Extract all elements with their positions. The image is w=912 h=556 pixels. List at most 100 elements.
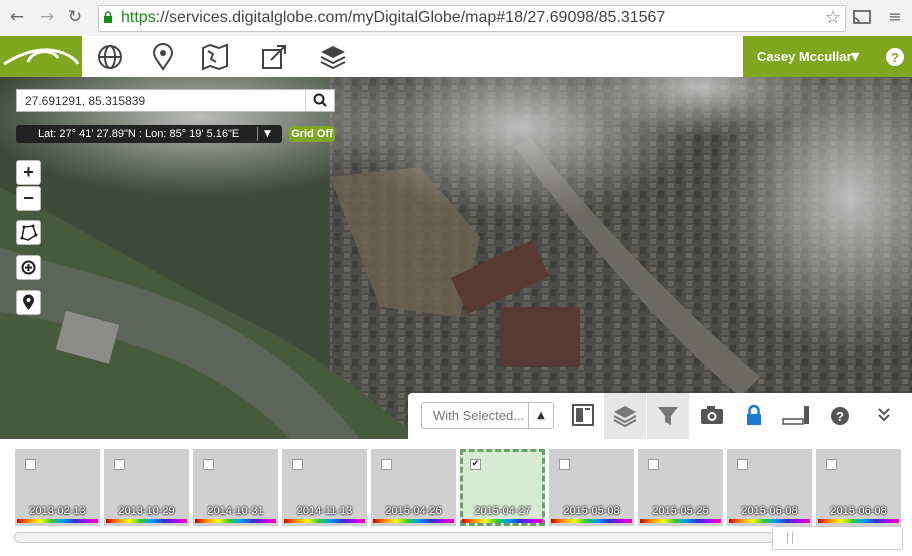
imagery-thumbnail[interactable]: 2015-06-08 (727, 449, 812, 526)
browser-chrome: ← → ↻ https://services.digitalglobe.com/… (0, 0, 912, 37)
map-fold-icon[interactable] (200, 42, 230, 72)
locate-point-button[interactable] (16, 255, 41, 280)
thumbnail-date: 2015-06-08 (830, 505, 887, 517)
thumbnail-date: 2015-04-27 (474, 505, 531, 517)
digitalglobe-logo[interactable] (0, 36, 82, 77)
imagery-thumbnail[interactable]: ✔ 2015-04-27 (460, 449, 545, 526)
lock-icon (747, 404, 761, 425)
thumbnail-checkbox[interactable] (648, 459, 659, 470)
grid-toggle-button[interactable]: Grid Off (289, 126, 335, 142)
layers-icon[interactable] (318, 42, 348, 72)
thumbnail-date: 2015-05-25 (652, 505, 709, 517)
thumbnail-color-bar (818, 519, 899, 523)
app-toolbar: Casey Mccullar ▼ ? (0, 36, 912, 77)
imagery-thumbnail[interactable]: 2014-11-13 (282, 449, 367, 526)
reload-icon[interactable]: ↻ (64, 6, 86, 28)
chevron-down-icon: ▼ (851, 50, 860, 63)
draw-polygon-button[interactable] (16, 220, 41, 245)
lat-lon-readout: Lat: 27° 41' 27.89"N : Lon: 85° 19' 5.16… (16, 125, 282, 143)
imagery-thumbnail[interactable]: 2015-05-25 (638, 449, 723, 526)
thumbnail-date: 2013-02-13 (29, 505, 86, 517)
double-chevron-down-icon (878, 408, 890, 422)
forward-icon[interactable]: → (36, 6, 58, 28)
help-icon: ? (886, 48, 904, 66)
thumbnail-checkbox[interactable]: ✔ (470, 459, 481, 470)
thumbnail-checkbox[interactable] (381, 459, 392, 470)
coordinate-search-input[interactable] (17, 90, 321, 111)
imagery-thumbnail[interactable]: 2015-05-08 (549, 449, 634, 526)
thumbnail-date: 2015-06-08 (741, 505, 798, 517)
imagery-thumbnail[interactable]: 2015-04-26 (371, 449, 456, 526)
layers-button[interactable] (604, 393, 646, 439)
crosshair-icon (21, 260, 36, 275)
search-icon (313, 93, 327, 107)
place-marker-button[interactable] (16, 290, 41, 315)
thumbnail-date: 2013-10-29 (118, 505, 175, 517)
thumbnail-checkbox[interactable] (737, 459, 748, 470)
help-button[interactable]: ? (819, 393, 861, 439)
url-rest: ://services.digitalglobe.com/myDigitalGl… (155, 9, 666, 26)
thumbnail-date: 2014-11-13 (296, 505, 353, 517)
help-icon: ? (831, 407, 849, 425)
help-button[interactable]: ? (875, 36, 912, 77)
zoom-in-button[interactable]: + (16, 160, 41, 185)
chevron-up-icon: ▲ (528, 403, 553, 428)
filter-icon (658, 407, 678, 425)
thumbnail-checkbox[interactable] (203, 459, 214, 470)
thumbnail-color-bar (551, 519, 632, 523)
imagery-thumbnail[interactable]: 2013-10-29 (104, 449, 189, 526)
thumbnail-checkbox[interactable] (559, 459, 570, 470)
thumbnail-color-bar (462, 519, 543, 523)
horizontal-scrollbar-thumb[interactable] (772, 526, 903, 550)
menu-icon[interactable]: ≡ (884, 6, 906, 28)
filter-button[interactable] (647, 393, 689, 439)
share-external-icon[interactable] (259, 42, 289, 72)
marker-icon (23, 294, 34, 310)
signal-bars-icon (782, 406, 809, 425)
coordinate-search-box (16, 89, 335, 112)
with-selected-dropdown[interactable]: With Selected... ▲ (421, 402, 554, 429)
url-text: https://services.digitalglobe.com/myDigi… (121, 9, 665, 27)
imagery-thumbnail[interactable]: 2015-06-08 (816, 449, 901, 526)
zoom-out-button[interactable]: − (16, 186, 41, 211)
secure-lock-icon (104, 11, 112, 23)
help-icon-glyph: ? (836, 409, 844, 424)
with-selected-label: With Selected... (433, 408, 525, 423)
contact-card-icon (572, 404, 594, 426)
cast-icon[interactable] (852, 9, 872, 25)
thumbnail-color-bar (640, 519, 721, 523)
back-icon[interactable]: ← (6, 6, 28, 28)
satellite-map[interactable]: Lat: 27° 41' 27.89"N : Lon: 85° 19' 5.16… (0, 77, 912, 439)
chevron-down-icon[interactable]: ▼ (264, 125, 271, 143)
thumbnail-date: 2015-05-08 (563, 505, 620, 517)
address-bar[interactable]: https://services.digitalglobe.com/myDigi… (98, 5, 846, 32)
thumbnail-date: 2014-10-31 (207, 505, 264, 517)
bookmark-star-icon[interactable]: ☆ (825, 7, 841, 28)
user-menu-button[interactable]: Casey Mccullar ▼ (743, 36, 875, 77)
thumbnail-checkbox[interactable] (114, 459, 125, 470)
thumbnail-checkbox[interactable] (826, 459, 837, 470)
thumbnail-checkbox[interactable] (292, 459, 303, 470)
map-pin-icon[interactable] (148, 42, 178, 72)
camera-icon (701, 406, 723, 424)
collapse-panel-button[interactable] (863, 393, 905, 439)
imagery-thumbnail[interactable]: 2013-02-13 (15, 449, 100, 526)
thumbnail-color-bar (373, 519, 454, 523)
help-icon-glyph: ? (891, 50, 899, 65)
grip-icon (787, 532, 793, 544)
thumbnail-color-bar (106, 519, 187, 523)
details-button[interactable] (562, 393, 604, 439)
horizontal-scrollbar-track[interactable] (14, 532, 774, 543)
opacity-button[interactable] (775, 393, 817, 439)
thumbnail-date: 2015-04-26 (385, 505, 442, 517)
imagery-thumbnail[interactable]: 2014-10-31 (193, 449, 278, 526)
search-button[interactable] (305, 90, 334, 111)
url-scheme: https (121, 9, 156, 26)
snapshot-button[interactable] (691, 393, 733, 439)
polygon-icon (20, 224, 38, 241)
lock-button[interactable] (733, 393, 775, 439)
thumbnail-color-bar (284, 519, 365, 523)
thumbnail-checkbox[interactable] (25, 459, 36, 470)
imagery-timeline: 2013-02-13 2013-10-29 2014-10-31 2014-11-13… (0, 439, 912, 556)
globe-icon[interactable] (95, 42, 125, 72)
